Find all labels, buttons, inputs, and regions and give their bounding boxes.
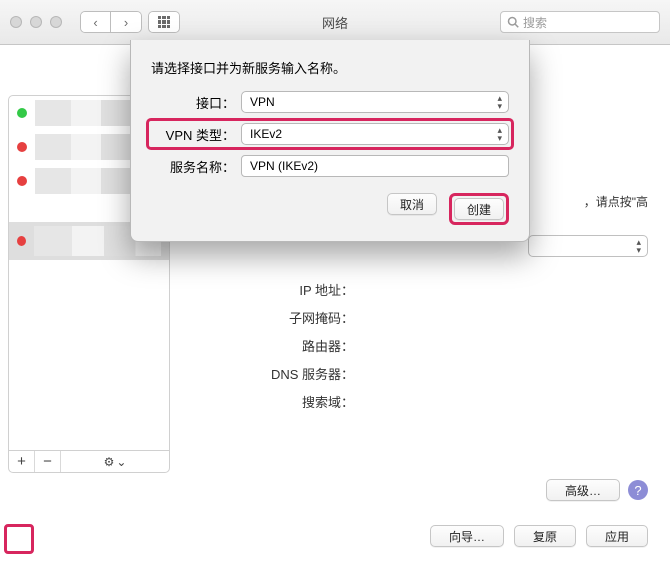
- action-menu-button[interactable]: ⚙⌄: [61, 451, 169, 472]
- gear-icon: ⚙: [104, 455, 115, 469]
- status-dot-connected-icon: [17, 108, 27, 118]
- search-placeholder: 搜索: [523, 14, 547, 31]
- advanced-button[interactable]: 高级…: [546, 479, 620, 501]
- highlight-create-button: 创建: [449, 193, 509, 225]
- traffic-lights: [10, 16, 62, 28]
- sheet-prompt: 请选择接口并为新服务输入名称。: [151, 58, 509, 77]
- highlight-add-button: [4, 524, 34, 554]
- status-dot-disconnected-icon: [17, 176, 27, 186]
- remove-service-button[interactable]: −: [35, 451, 61, 472]
- vpn-type-value: IKEv2: [250, 127, 282, 141]
- apply-button[interactable]: 应用: [586, 525, 648, 547]
- chevron-updown-icon: ▴▾: [497, 94, 502, 110]
- label-vpn-type: VPN 类型：: [151, 125, 241, 144]
- zoom-window-button[interactable]: [50, 16, 62, 28]
- minimize-window-button[interactable]: [30, 16, 42, 28]
- revert-button[interactable]: 复原: [514, 525, 576, 547]
- label-interface: 接口：: [151, 93, 241, 112]
- label-service-name: 服务名称：: [151, 157, 241, 176]
- back-button[interactable]: ‹: [81, 12, 111, 32]
- label-dns: DNS 服务器：: [170, 364, 360, 383]
- highlight-vpn-type-row: VPN 类型： IKEv2 ▴▾: [146, 118, 514, 150]
- window-title: 网络: [322, 13, 348, 32]
- forward-button[interactable]: ›: [111, 12, 141, 32]
- status-dot-disconnected-icon: [17, 236, 26, 246]
- search-input[interactable]: 搜索: [500, 11, 660, 33]
- close-window-button[interactable]: [10, 16, 22, 28]
- interface-value: VPN: [250, 95, 275, 109]
- status-dot-disconnected-icon: [17, 142, 27, 152]
- service-name-input[interactable]: [241, 155, 509, 177]
- show-all-button[interactable]: [148, 11, 180, 33]
- chevron-updown-icon: ▴▾: [636, 238, 641, 254]
- vpn-type-select[interactable]: IKEv2 ▴▾: [241, 123, 509, 145]
- cancel-button[interactable]: 取消: [387, 193, 437, 215]
- label-ip: IP 地址：: [170, 280, 360, 299]
- chevron-down-icon: ⌄: [116, 455, 126, 469]
- label-subnet: 子网掩码：: [170, 308, 360, 327]
- window-titlebar: ‹ › 网络 搜索: [0, 0, 670, 45]
- add-service-button[interactable]: +: [9, 451, 35, 472]
- help-button[interactable]: ?: [628, 480, 648, 500]
- hint-text: ，请点按"高: [584, 193, 648, 210]
- nav-buttons: ‹ ›: [80, 11, 142, 33]
- create-button[interactable]: 创建: [454, 198, 504, 220]
- assist-button[interactable]: 向导…: [430, 525, 504, 547]
- chevron-updown-icon: ▴▾: [497, 126, 502, 142]
- label-router: 路由器：: [170, 336, 360, 355]
- label-searchdomain: 搜索域：: [170, 392, 360, 411]
- help-icon: ?: [634, 483, 641, 498]
- grid-icon: [158, 16, 170, 28]
- interface-select[interactable]: VPN ▴▾: [241, 91, 509, 113]
- search-icon: [507, 16, 519, 28]
- new-service-sheet: 请选择接口并为新服务输入名称。 接口： VPN ▴▾ VPN 类型： IKEv2…: [130, 40, 530, 242]
- config-popup[interactable]: ▴▾: [528, 235, 648, 257]
- list-action-bar: + − ⚙⌄: [8, 451, 170, 473]
